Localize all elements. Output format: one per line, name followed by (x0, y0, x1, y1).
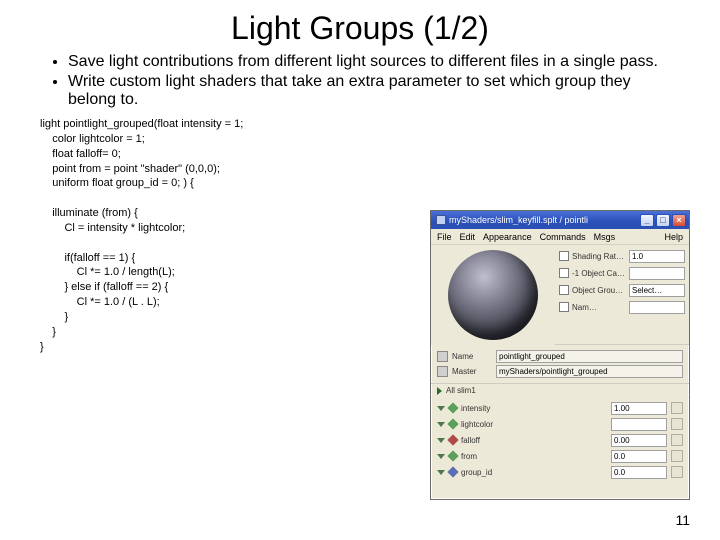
param-row: Nam… (559, 299, 685, 315)
diamond-icon (447, 466, 458, 477)
menu-file[interactable]: File (437, 232, 452, 242)
meta-label: Name (452, 352, 492, 361)
disclosure-triangle-icon (437, 387, 442, 395)
shader-param-row: lightcolor (437, 416, 683, 432)
minimize-button[interactable]: _ (640, 214, 654, 227)
slider-icon[interactable] (671, 434, 683, 446)
bullet-list: Save light contributions from different … (0, 53, 720, 109)
shader-params: intensity 1.00 lightcolor falloff 0.00 f… (431, 398, 689, 482)
checkbox-icon[interactable] (559, 268, 569, 278)
menu-bar: File Edit Appearance Commands Msgs Help (431, 229, 689, 245)
shader-param-value[interactable]: 1.00 (611, 402, 667, 415)
menu-msgs[interactable]: Msgs (594, 232, 616, 242)
meta-row: Master myShaders/pointlight_grouped (437, 364, 683, 379)
all-slim-header[interactable]: All slim1 (431, 384, 689, 398)
bullet-item: Write custom light shaders that take an … (68, 73, 680, 109)
shader-param-label: falloff (461, 436, 607, 445)
slider-icon[interactable] (671, 402, 683, 414)
param-label: Nam… (572, 303, 626, 312)
param-value-field[interactable] (629, 267, 685, 280)
meta-area: Name pointlight_grouped Master myShaders… (431, 345, 689, 384)
shader-param-row: group_id 0.0 (437, 464, 683, 480)
slider-icon[interactable] (671, 450, 683, 462)
color-swatch[interactable] (611, 418, 667, 431)
maximize-button[interactable]: □ (656, 214, 670, 227)
diamond-icon (447, 434, 458, 445)
chevron-down-icon[interactable] (437, 406, 445, 411)
menu-help[interactable]: Help (664, 232, 683, 242)
chevron-down-icon[interactable] (437, 454, 445, 459)
preview-area (431, 245, 555, 345)
param-label: Object Grou… (572, 286, 626, 295)
menu-appearance[interactable]: Appearance (483, 232, 532, 242)
shader-param-label: lightcolor (461, 420, 607, 429)
meta-row: Name pointlight_grouped (437, 349, 683, 364)
bullet-item: Save light contributions from different … (68, 53, 680, 71)
shader-param-row: falloff 0.00 (437, 432, 683, 448)
shader-param-value[interactable]: 0.00 (611, 434, 667, 447)
shader-param-value[interactable]: 0.0 (611, 450, 667, 463)
chevron-down-icon[interactable] (437, 438, 445, 443)
param-value-field[interactable]: Select… (629, 284, 685, 297)
chevron-down-icon[interactable] (437, 422, 445, 427)
param-row: Object Grou… Select… (559, 282, 685, 298)
slider-icon[interactable] (671, 466, 683, 478)
shader-param-value[interactable]: 0.0 (611, 466, 667, 479)
diamond-icon (447, 402, 458, 413)
menu-commands[interactable]: Commands (540, 232, 586, 242)
page-number: 11 (675, 512, 690, 528)
app-icon (436, 215, 446, 225)
shader-param-row: intensity 1.00 (437, 400, 683, 416)
param-value-field[interactable]: 1.0 (629, 250, 685, 263)
checkbox-icon[interactable] (559, 302, 569, 312)
checkbox-icon[interactable] (559, 285, 569, 295)
top-params: Shading Rat… 1.0 -1 Object Ca… Object Gr… (555, 245, 689, 344)
page-title: Light Groups (1/2) (0, 0, 720, 53)
close-button[interactable]: × (672, 214, 686, 227)
param-label: Shading Rat… (572, 252, 626, 261)
shader-param-label: from (461, 452, 607, 461)
meta-label: Master (452, 367, 492, 376)
window-title-text: myShaders/slim_keyfill.splt / pointli (449, 215, 588, 225)
arrow-icon (437, 366, 448, 377)
master-field[interactable]: myShaders/pointlight_grouped (496, 365, 683, 378)
shader-preview-sphere (448, 250, 538, 340)
param-row: Shading Rat… 1.0 (559, 248, 685, 264)
shader-param-label: intensity (461, 404, 607, 413)
shader-param-label: group_id (461, 468, 607, 477)
checkbox-icon[interactable] (559, 251, 569, 261)
param-value-field[interactable] (629, 301, 685, 314)
name-field[interactable]: pointlight_grouped (496, 350, 683, 363)
editor-window: myShaders/slim_keyfill.splt / pointli _ … (430, 210, 690, 500)
all-slim-label: All slim1 (446, 386, 476, 395)
window-titlebar[interactable]: myShaders/slim_keyfill.splt / pointli _ … (431, 211, 689, 229)
param-row: -1 Object Ca… (559, 265, 685, 281)
diamond-icon (447, 418, 458, 429)
param-label: -1 Object Ca… (572, 269, 626, 278)
menu-edit[interactable]: Edit (460, 232, 476, 242)
shader-param-row: from 0.0 (437, 448, 683, 464)
wrench-icon (437, 351, 448, 362)
diamond-icon (447, 450, 458, 461)
chevron-down-icon[interactable] (437, 470, 445, 475)
slider-icon[interactable] (671, 418, 683, 430)
